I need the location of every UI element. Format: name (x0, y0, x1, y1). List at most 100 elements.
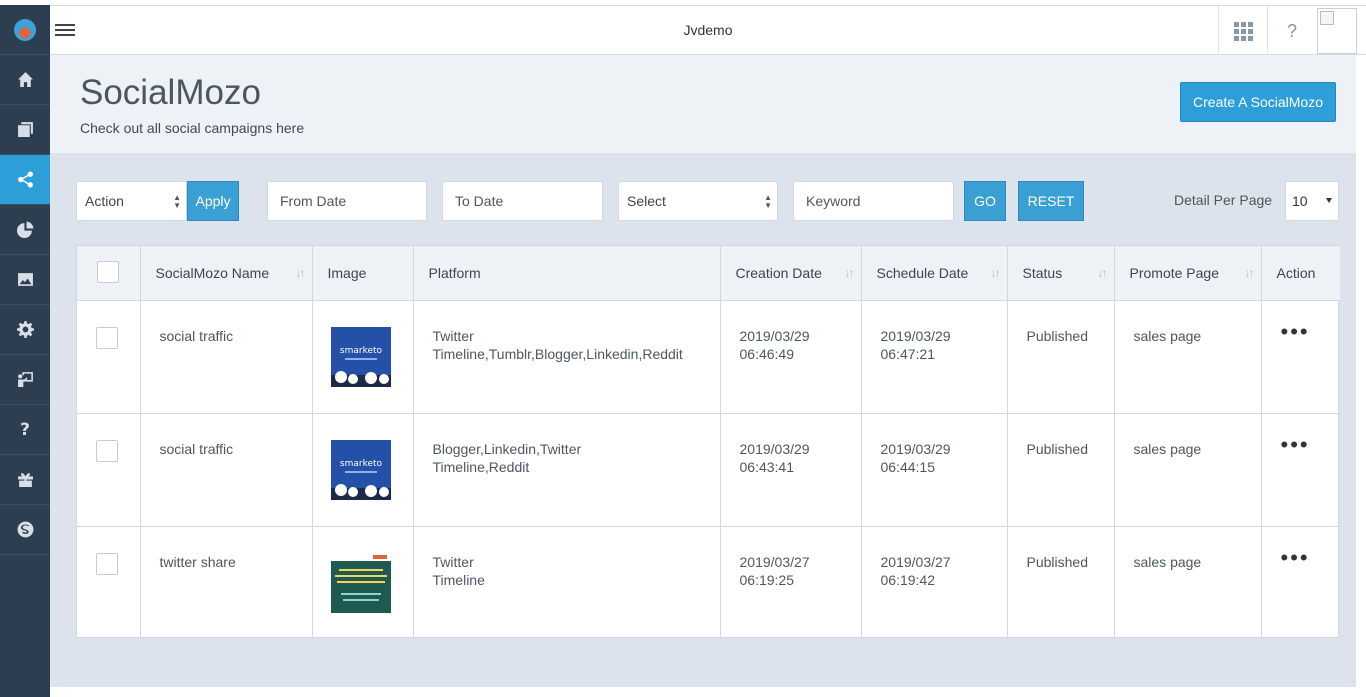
creation-date-value: 2019/03/29 (739, 440, 810, 457)
select-arrows-icon: ▲ ▼ (764, 193, 772, 210)
header-name[interactable]: SocialMozo Name ↓↑ (140, 246, 313, 301)
promote-page-cell: sales page (1114, 526, 1262, 638)
header-creation-date[interactable]: Creation Date ↓↑ (720, 246, 862, 301)
app-logo[interactable] (0, 5, 50, 55)
header-promote-page[interactable]: Promote Page ↓↑ (1114, 246, 1262, 301)
campaign-image-cell (312, 526, 414, 638)
per-page-label: Detail Per Page (1174, 192, 1273, 208)
sidebar-item-pages[interactable] (0, 105, 50, 155)
filter-bar: Action ▲ ▼ Apply From Date To Date Select… (50, 181, 1356, 221)
filter-select[interactable]: Select ▲ ▼ (618, 181, 778, 221)
campaign-name: twitter share (140, 526, 313, 638)
thumb-brand-text: smarketo (339, 459, 382, 469)
sort-icon[interactable]: ↓↑ (1098, 266, 1108, 280)
creation-time-value: 06:46:49 (739, 345, 795, 362)
sidebar-item-training[interactable] (0, 355, 50, 405)
per-page-value: 10 (1292, 193, 1308, 209)
help-button[interactable]: ? (1267, 6, 1316, 56)
share-icon (17, 171, 33, 188)
sort-icon[interactable]: ↓↑ (296, 266, 306, 280)
grid-icon (1233, 21, 1253, 41)
schedule-date: 2019/03/27 06:19:42 (861, 526, 1008, 638)
row-checkbox[interactable] (96, 439, 118, 462)
schedule-time-value: 06:47:21 (880, 345, 936, 362)
more-options-icon[interactable]: ••• (1281, 433, 1341, 455)
pages-icon (17, 122, 33, 137)
top-bar: Jvdemo ? (50, 5, 1366, 56)
sort-icon[interactable]: ↓↑ (845, 266, 855, 280)
bulk-action-value: Action (85, 193, 124, 209)
apply-button[interactable]: Apply (187, 181, 239, 221)
header-status-label: Status (1022, 264, 1063, 281)
sidebar-item-support[interactable] (0, 505, 50, 555)
sidebar-item-help[interactable]: ? (0, 405, 50, 455)
thumb-brand-text: smarketo (339, 346, 382, 356)
action-cell: ••• (1261, 413, 1341, 527)
schedule-date-value: 2019/03/27 (880, 553, 951, 570)
promote-page-cell: sales page (1114, 413, 1262, 527)
campaign-thumbnail[interactable] (330, 552, 391, 613)
bulk-action-select[interactable]: Action ▲ ▼ (76, 181, 187, 221)
sidebar-item-home[interactable] (0, 55, 50, 105)
creation-time-value: 06:19:25 (739, 571, 795, 588)
to-date-input[interactable]: To Date (442, 181, 603, 221)
schedule-date: 2019/03/29 06:44:15 (861, 413, 1008, 527)
page-subtitle: Check out all social campaigns here (80, 120, 305, 136)
header-status[interactable]: Status ↓↑ (1007, 246, 1115, 301)
sidebar-item-bonus[interactable] (0, 455, 50, 505)
row-checkbox[interactable] (96, 552, 118, 575)
campaign-name: social traffic (140, 300, 313, 414)
schedule-date: 2019/03/29 06:47:21 (861, 300, 1008, 414)
header-creation-label: Creation Date (735, 264, 822, 281)
sidebar-item-social[interactable] (0, 155, 50, 205)
creation-date: 2019/03/29 06:43:41 (720, 413, 862, 527)
row-select-cell (77, 413, 141, 527)
platform-line: Timeline,Reddit (432, 458, 530, 475)
more-options-icon[interactable]: ••• (1281, 320, 1341, 342)
help-icon: ? (1286, 20, 1297, 41)
go-button[interactable]: GO (964, 181, 1006, 221)
per-page-select[interactable]: 10 (1285, 181, 1339, 221)
platform-line: Timeline,Tumblr,Blogger,Linkedin,Reddit (432, 345, 683, 362)
keyword-input[interactable]: Keyword (793, 181, 954, 221)
campaign-thumbnail[interactable]: smarketo (330, 326, 391, 387)
creation-date: 2019/03/27 06:19:25 (720, 526, 862, 638)
schedule-time-value: 06:44:15 (880, 458, 936, 475)
app-title: Jvdemo (683, 22, 733, 38)
status-cell: Published (1007, 526, 1115, 638)
campaigns-table: SocialMozo Name ↓↑ Image Platform Creatio… (76, 245, 1341, 638)
sidebar-item-media[interactable] (0, 255, 50, 305)
user-avatar[interactable] (1317, 8, 1357, 54)
pie-chart-icon (16, 221, 33, 238)
apps-button[interactable] (1218, 6, 1267, 56)
action-cell: ••• (1261, 526, 1340, 638)
reset-button[interactable]: RESET (1018, 181, 1084, 221)
home-icon (17, 72, 33, 87)
select-all-checkbox[interactable] (97, 261, 119, 283)
sidebar-item-reports[interactable] (0, 205, 50, 255)
table-row: twitter share Twitter Timeline 2019/03/2… (77, 526, 1340, 638)
sort-icon[interactable]: ↓↑ (991, 266, 1001, 280)
row-select-cell (77, 300, 141, 414)
header-name-label: SocialMozo Name (155, 264, 270, 281)
sort-icon[interactable]: ↓↑ (1245, 266, 1255, 280)
from-date-input[interactable]: From Date (267, 181, 427, 221)
campaign-name: social traffic (140, 413, 313, 527)
schedule-date-value: 2019/03/29 (880, 327, 951, 344)
gift-icon (17, 473, 33, 487)
platform-line: Timeline (432, 571, 485, 588)
campaign-thumbnail[interactable]: smarketo (330, 439, 391, 500)
more-options-icon[interactable]: ••• (1281, 546, 1341, 568)
header-schedule-date[interactable]: Schedule Date ↓↑ (861, 246, 1008, 301)
schedule-time-value: 06:19:42 (880, 571, 936, 588)
header-promote-label: Promote Page (1129, 264, 1220, 281)
sidebar-item-settings[interactable] (0, 305, 50, 355)
campaign-platform: Twitter Timeline (413, 526, 721, 638)
creation-date-value: 2019/03/27 (739, 553, 810, 570)
filter-select-value: Select (627, 193, 666, 209)
row-checkbox[interactable] (96, 326, 118, 349)
header-schedule-label: Schedule Date (876, 264, 969, 281)
skype-icon (17, 521, 33, 538)
logo-icon (14, 18, 36, 41)
create-socialmozo-button[interactable]: Create A SocialMozo (1180, 82, 1336, 122)
